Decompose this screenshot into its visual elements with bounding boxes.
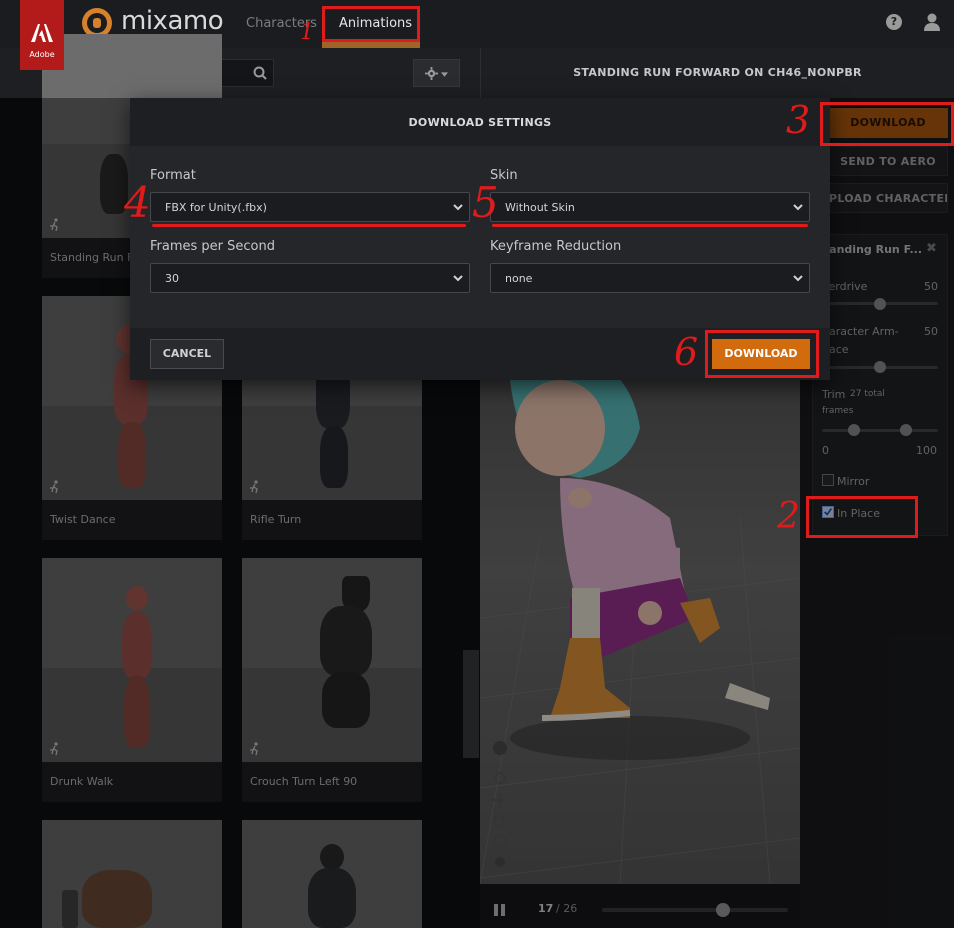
adobe-a-icon — [31, 24, 53, 42]
arm-space-slider-thumb[interactable] — [874, 361, 886, 373]
animation-card-label: Twist Dance — [50, 513, 116, 526]
annotation-underline-5 — [492, 224, 808, 227]
caret-down-icon — [441, 72, 448, 77]
mirror-label: Mirror — [837, 475, 870, 488]
overdrive-slider-thumb[interactable] — [874, 298, 886, 310]
keyframe-reduction-label: Keyframe Reduction — [490, 239, 622, 254]
animation-card-label: Crouch Turn Left 90 — [250, 775, 358, 788]
trim-end-thumb[interactable] — [900, 424, 912, 436]
format-selected-value: FBX for Unity(.fbx) — [165, 201, 267, 214]
running-figure-icon — [50, 218, 58, 232]
send-to-aero-button[interactable]: SEND TO AERO — [828, 146, 948, 176]
animation-card[interactable]: Drunk Walk — [42, 558, 222, 802]
annotation-number-4: 4 — [124, 178, 151, 227]
mixamo-wordmark[interactable]: mixamo — [121, 6, 224, 36]
format-select[interactable]: FBX for Unity(.fbx) — [150, 192, 470, 222]
animation-card-caption: Rifle Turn — [242, 500, 422, 540]
skin-selected-value: Without Skin — [505, 201, 575, 214]
trim-start-thumb[interactable] — [848, 424, 860, 436]
overdrive-value: 50 — [924, 280, 938, 293]
annotation-underline-4 — [152, 224, 466, 227]
trim-note-2: frames — [822, 406, 854, 416]
dialog-title: DOWNLOAD SETTINGS — [408, 116, 552, 129]
viewport-tools[interactable] — [490, 738, 510, 868]
arm-space-value: 50 — [924, 325, 938, 338]
annotation-box-3 — [820, 102, 954, 146]
fps-selected-value: 30 — [165, 272, 179, 285]
animation-thumbnail — [242, 558, 422, 762]
skin-select[interactable]: Without Skin — [490, 192, 810, 222]
running-figure-icon — [50, 742, 58, 756]
settings-title: Standing Run F... — [816, 243, 923, 256]
keyframe-reduction-selected-value: none — [505, 272, 533, 285]
annotation-number-5: 5 — [472, 178, 499, 227]
keyframe-reduction-select[interactable]: none — [490, 263, 810, 293]
help-icon[interactable]: ? — [886, 14, 902, 30]
trim-range-slider[interactable] — [822, 429, 938, 432]
scrollbar-thumb[interactable] — [463, 650, 479, 758]
trim-note: 27 total — [850, 389, 885, 399]
upload-character-button[interactable]: PLOAD CHARACTER — [828, 183, 948, 213]
animation-thumbnail — [42, 558, 222, 762]
annotation-box-1 — [322, 6, 420, 42]
trim-min: 0 — [822, 444, 829, 457]
arm-space-label: haracter Arm- — [822, 325, 899, 338]
animation-card-caption: Drunk Walk — [42, 762, 222, 802]
settings-dropdown-button[interactable] — [413, 59, 460, 87]
pause-icon[interactable] — [494, 904, 506, 916]
adobe-logo[interactable]: Adobe — [20, 0, 64, 70]
gear-icon — [425, 67, 438, 80]
animation-thumbnail[interactable] — [42, 820, 222, 928]
format-label: Format — [150, 168, 196, 183]
timeline-scrubber[interactable] — [715, 903, 730, 917]
chevron-down-icon — [453, 204, 463, 211]
animation-card-label: Rifle Turn — [250, 513, 302, 526]
user-icon[interactable] — [924, 13, 940, 31]
animation-title: STANDING RUN FORWARD ON CH46_NONPBR — [573, 66, 862, 79]
chevron-down-icon — [793, 275, 803, 282]
running-figure-icon — [50, 480, 58, 494]
close-icon[interactable]: ✖ — [926, 241, 937, 256]
trim-max: 100 — [916, 444, 937, 457]
chevron-down-icon — [793, 204, 803, 211]
current-frame: 17 — [538, 902, 554, 915]
annotation-number-1: 1 — [300, 20, 314, 45]
search-icon[interactable] — [253, 66, 267, 80]
annotation-number-3: 3 — [786, 98, 811, 142]
annotation-box-6 — [705, 330, 819, 378]
running-figure-icon — [250, 480, 258, 494]
animation-card[interactable]: Crouch Turn Left 90 — [242, 558, 422, 802]
trim-label: Trim — [822, 388, 846, 401]
chevron-down-icon — [453, 275, 463, 282]
fps-label: Frames per Second — [150, 239, 275, 254]
running-figure-icon — [250, 742, 258, 756]
annotation-number-6: 6 — [674, 330, 699, 374]
animation-thumbnail[interactable] — [242, 820, 422, 928]
mirror-checkbox[interactable] — [822, 474, 834, 486]
total-frames: / 26 — [556, 902, 578, 915]
fps-select[interactable]: 30 — [150, 263, 470, 293]
animation-card-label: Standing Run F — [50, 251, 134, 264]
annotation-number-2: 2 — [777, 496, 800, 537]
animation-card-label: Drunk Walk — [50, 775, 114, 788]
animation-card-caption: Twist Dance — [42, 500, 222, 540]
animation-card-caption: Crouch Turn Left 90 — [242, 762, 422, 802]
timeline-track[interactable] — [602, 908, 788, 912]
playback-controls: 17 / 26 — [480, 884, 800, 928]
adobe-label: Adobe — [29, 50, 55, 59]
annotation-box-2 — [806, 496, 918, 538]
cancel-button[interactable]: CANCEL — [150, 339, 224, 369]
